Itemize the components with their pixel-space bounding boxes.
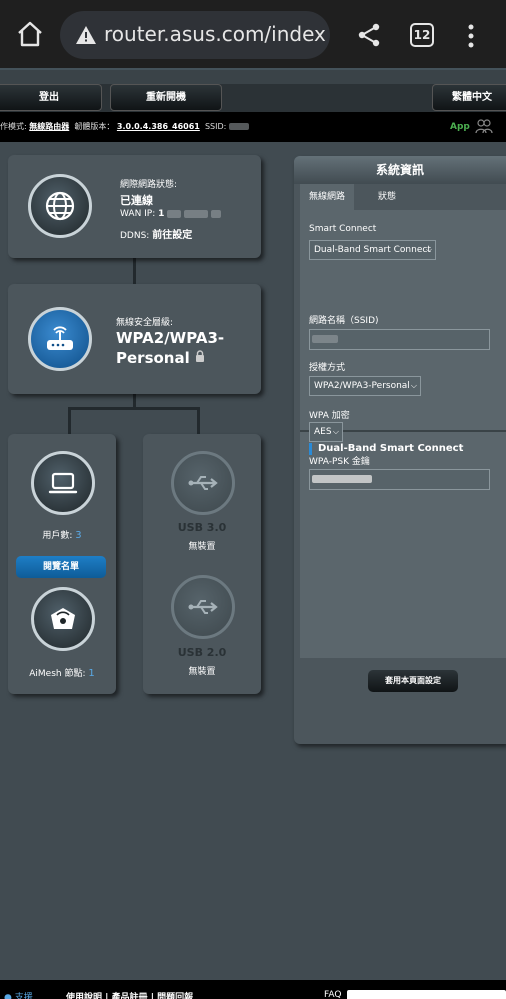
url-text[interactable]: router.asus.com/index <box>104 22 326 46</box>
wan-ip-value: 1 <box>158 209 165 219</box>
usb3-label: USB 3.0 <box>177 521 227 534</box>
connector-line <box>133 258 136 284</box>
psk-field[interactable] <box>309 469 490 490</box>
security-level-label: 無線安全層級: <box>116 318 174 328</box>
aimesh-node-count[interactable]: 1 <box>88 668 94 679</box>
system-info-title: 系統資訊 <box>294 156 506 184</box>
aimesh-row: AiMesh 節點: 1 <box>8 666 116 679</box>
encryption-select[interactable]: AES ⌵ <box>309 422 343 442</box>
router-header: 登出 重新開機 繁體中文 <box>0 68 506 112</box>
encryption-label: WPA 加密 <box>309 411 350 421</box>
logout-button[interactable]: 登出 <box>0 84 102 111</box>
auth-method-value: WPA2/WPA3-Personal <box>314 381 410 391</box>
ssid-redacted <box>228 123 249 130</box>
tab-wireless[interactable]: 無線網路 <box>300 184 354 210</box>
security-level-line2: Personal <box>116 348 205 369</box>
firmware-link[interactable]: 3.0.0.4.386_46061 <box>117 122 200 131</box>
ssid-redacted <box>312 335 338 343</box>
apply-settings-button[interactable]: 套用本頁面設定 <box>368 670 458 692</box>
tab-switcher-button[interactable]: 12 <box>410 23 434 47</box>
chevron-down-icon: ⌵ <box>425 245 432 254</box>
connector-line <box>68 407 71 434</box>
security-level-line1: WPA2/WPA3- <box>116 329 225 347</box>
footer-links[interactable]: 使用說明 | 產品註冊 | 問題回報 <box>66 990 193 999</box>
chevron-down-icon: ⌵ <box>332 427 339 436</box>
faq-link[interactable]: FAQ <box>324 990 341 999</box>
firmware-label: 韌體版本： <box>74 122 115 131</box>
client-count-row: 用戶數: 3 <box>8 528 116 541</box>
support-link[interactable]: ● 支援 <box>4 990 33 999</box>
aimesh-icon[interactable] <box>31 587 95 651</box>
lock-icon <box>195 350 204 362</box>
more-options-icon[interactable] <box>462 22 480 50</box>
smart-connect-select[interactable]: Dual-Band Smart Connect ⌵ <box>309 240 436 260</box>
client-count-label: 用戶數: <box>42 531 73 541</box>
internet-status-label: 網際網路狀態: <box>120 180 178 190</box>
ssid-field[interactable] <box>309 329 490 350</box>
wireless-settings-form: Smart Connect Dual-Band Smart Connect ⌵ … <box>300 210 506 658</box>
usb2-label: USB 2.0 <box>177 646 227 659</box>
encryption-value: AES <box>314 427 332 437</box>
globe-icon[interactable] <box>28 174 92 238</box>
psk-redacted <box>312 475 372 483</box>
smart-connect-label: Smart Connect <box>309 224 377 234</box>
ddns-link[interactable]: 前往設定 <box>152 230 192 241</box>
ssid-label: SSID: <box>204 122 227 131</box>
app-link[interactable]: App <box>450 122 470 132</box>
monitor-icon[interactable] <box>31 451 95 515</box>
reboot-button[interactable]: 重新開機 <box>110 84 222 111</box>
language-select[interactable]: 繁體中文 <box>432 84 506 111</box>
status-line: 作模式: 無線路由器 韌體版本： 3.0.0.4.386_46061 SSID: <box>0 121 249 132</box>
users-icon[interactable] <box>475 118 493 134</box>
auth-method-select[interactable]: WPA2/WPA3-Personal ⌵ <box>309 376 421 396</box>
smart-connect-value: Dual-Band Smart Connect <box>314 245 431 255</box>
address-bar[interactable]: router.asus.com/index <box>60 11 330 59</box>
internet-status-card[interactable]: 網際網路狀態: 已連線 WAN IP: 1 DDNS: 前往設定 <box>8 155 261 258</box>
usb3-status: 無裝置 <box>188 542 216 552</box>
view-client-list-button[interactable]: 閱覽名單 <box>16 556 106 578</box>
router-icon[interactable] <box>28 307 92 371</box>
header-band <box>0 70 506 84</box>
status-bar: 作模式: 無線路由器 韌體版本： 3.0.0.4.386_46061 SSID:… <box>0 112 506 142</box>
auth-method-label: 授權方式 <box>309 363 346 373</box>
browser-toolbar: router.asus.com/index 12 <box>0 0 506 68</box>
ddns-label: DDNS: <box>120 231 150 241</box>
home-icon[interactable] <box>16 20 44 48</box>
connector-line <box>68 407 199 410</box>
usb-card: USB 3.0 無裝置 USB 2.0 無裝置 <box>143 434 261 694</box>
connector-line <box>133 394 136 408</box>
ip-redacted <box>184 209 209 218</box>
warning-icon[interactable] <box>75 24 97 46</box>
wan-ip-label: WAN IP: <box>120 209 156 219</box>
wireless-security-card[interactable]: 無線安全層級: WPA2/WPA3- Personal <box>8 284 261 394</box>
psk-label: WPA-PSK 金鑰 <box>309 457 370 467</box>
system-info-panel: 系統資訊 無線網路 狀態 Smart Connect Dual-Band Sma… <box>294 156 506 744</box>
usb2-status: 無裝置 <box>188 667 216 677</box>
ddns-row: DDNS: 前往設定 <box>120 226 192 241</box>
client-count-value[interactable]: 3 <box>75 530 81 541</box>
tab-status[interactable]: 狀態 <box>362 184 412 210</box>
internet-status-value: 已連線 <box>120 194 153 207</box>
ssid-field-label: 網路名稱（SSID) <box>309 316 379 326</box>
ip-redacted <box>167 209 182 218</box>
mode-label: 作模式: <box>0 122 27 131</box>
footer: ● 支援 使用說明 | 產品註冊 | 問題回報 FAQ <box>0 980 506 999</box>
aimesh-label: AiMesh 節點: <box>29 669 86 679</box>
usb-icon[interactable] <box>171 451 235 515</box>
faq-search-input[interactable] <box>347 990 506 999</box>
wan-ip-row: WAN IP: 1 <box>120 209 222 219</box>
mode-link[interactable]: 無線路由器 <box>29 122 69 131</box>
share-icon[interactable] <box>356 22 382 48</box>
connector-line <box>197 407 200 434</box>
ip-redacted <box>211 209 222 218</box>
security-level-line2-text: Personal <box>116 349 190 367</box>
chevron-down-icon: ⌵ <box>410 381 417 390</box>
usb-icon[interactable] <box>171 575 235 639</box>
